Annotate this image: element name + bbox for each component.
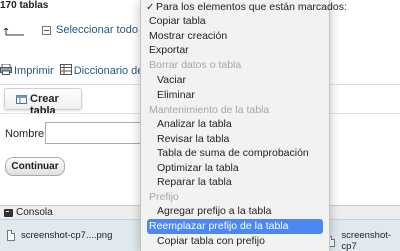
- download-filename: screenshot-cp7: [341, 230, 392, 251]
- checkmark-icon: ✓: [146, 2, 155, 13]
- select-all-checkbox[interactable]: [42, 26, 51, 35]
- download-item[interactable]: screenshot-cp7: [328, 230, 400, 251]
- tables-count: 170 tablas: [0, 0, 49, 11]
- select-all-link[interactable]: Seleccionar todo: [56, 24, 138, 36]
- menu-item-export[interactable]: Exportar: [141, 43, 329, 58]
- download-filename: screenshot-cp7....png: [21, 230, 113, 241]
- menu-header-delete: Borrar datos o tabla: [149, 59, 242, 71]
- print-link[interactable]: Imprimir: [14, 65, 54, 77]
- menu-item-drop[interactable]: Eliminar: [141, 88, 329, 103]
- menu-item-show-create[interactable]: Mostrar creación: [141, 29, 329, 44]
- create-table-tab[interactable]: Crear tabla: [4, 88, 82, 117]
- continue-button[interactable]: Continuar: [5, 157, 65, 176]
- menu-item-copy-with-prefix[interactable]: Copiar tabla con prefijo: [141, 234, 329, 249]
- table-add-icon: [16, 95, 27, 104]
- menu-item-copy-table[interactable]: Copiar tabla: [141, 14, 329, 29]
- menu-header-prefix: Prefijo: [149, 191, 179, 203]
- menu-item-add-prefix[interactable]: Agregar prefijo a la tabla: [141, 204, 329, 219]
- menu-item-optimize[interactable]: Optimizar la tabla: [141, 161, 329, 176]
- print-icon: [0, 63, 14, 78]
- file-icon: [7, 230, 15, 241]
- menu-item-check[interactable]: Revisar la tabla: [141, 132, 329, 147]
- console-icon: [4, 209, 13, 217]
- menu-item-empty[interactable]: Vaciar: [141, 73, 329, 88]
- console-label: Consola: [16, 207, 53, 218]
- bulk-action-menu: ✓ Para los elementos que están marcados:…: [140, 0, 347, 251]
- check-all-arrow-icon: [4, 28, 26, 38]
- menu-item-checksum[interactable]: Tabla de suma de comprobación: [141, 146, 329, 161]
- menu-title: ✓ Para los elementos que están marcados:: [146, 1, 347, 13]
- menu-item-repair[interactable]: Reparar la tabla: [141, 175, 329, 190]
- name-label: Nombre:: [5, 128, 48, 140]
- download-item[interactable]: screenshot-cp7....png: [7, 230, 112, 241]
- menu-item-replace-prefix[interactable]: Reemplazar prefijo de la tabla: [147, 219, 323, 234]
- menu-header-maintenance: Mantenimiento de la tabla: [149, 104, 270, 116]
- table-name-input[interactable]: [45, 122, 155, 144]
- data-dictionary-icon: [54, 64, 74, 78]
- menu-item-analyze[interactable]: Analizar la tabla: [141, 117, 329, 132]
